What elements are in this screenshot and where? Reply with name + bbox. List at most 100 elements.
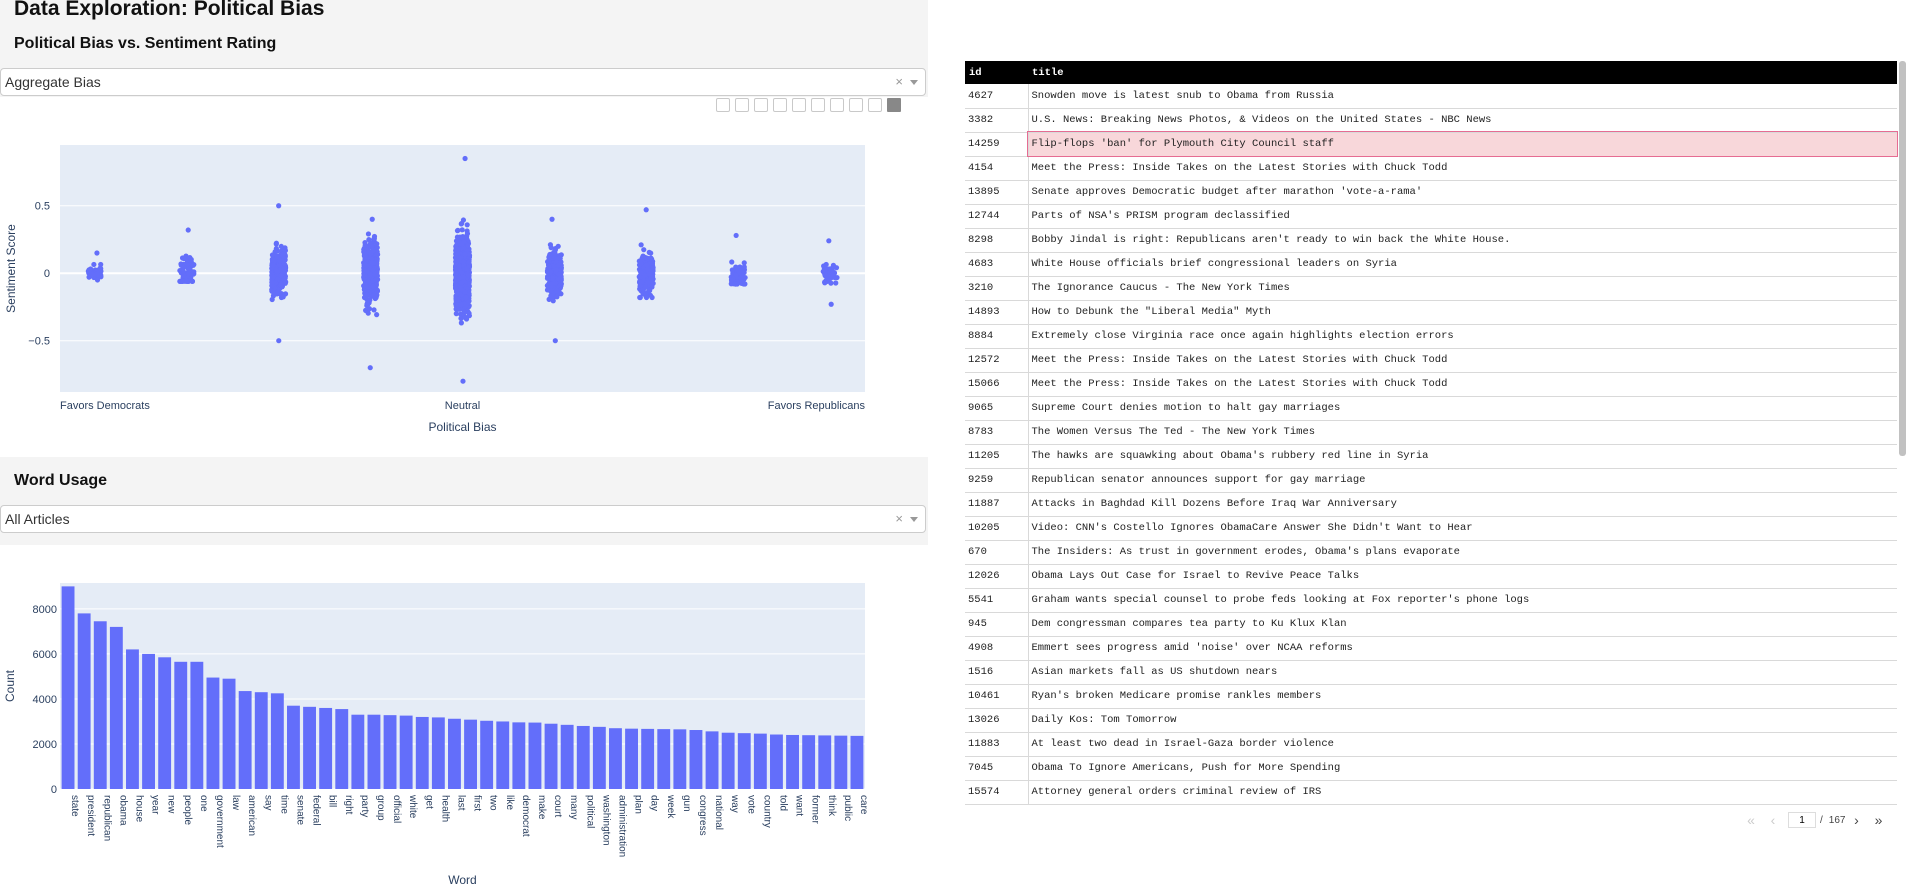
cell-title[interactable]: Meet the Press: Inside Takes on the Late… [1028, 348, 1897, 373]
cell-title[interactable]: Obama Lays Out Case for Israel to Revive… [1028, 564, 1897, 589]
cell-id[interactable]: 8884 [965, 324, 1029, 349]
cell-id[interactable]: 13895 [965, 180, 1029, 205]
cell-title[interactable]: The hawks are squawking about Obama's ru… [1028, 444, 1897, 469]
cell-id[interactable]: 4154 [965, 156, 1029, 181]
cell-id[interactable]: 15066 [965, 372, 1029, 397]
cell-id[interactable]: 8298 [965, 228, 1029, 253]
table-row[interactable]: 15574 Attorney general orders criminal re… [965, 780, 1897, 805]
cell-id[interactable]: 13026 [965, 708, 1029, 733]
cell-id[interactable]: 10461 [965, 684, 1029, 709]
cell-title[interactable]: Graham wants special counsel to probe fe… [1028, 588, 1897, 613]
cell-title[interactable]: Attorney general orders criminal review … [1028, 780, 1897, 805]
cell-id[interactable]: 8783 [965, 420, 1029, 445]
cell-title[interactable]: U.S. News: Breaking News Photos, & Video… [1028, 108, 1897, 133]
cell-title[interactable]: Supreme Court denies motion to halt gay … [1028, 396, 1897, 421]
cell-title[interactable]: Parts of NSA's PRISM program declassifie… [1028, 204, 1897, 229]
cell-id[interactable]: 4683 [965, 252, 1029, 277]
cell-title[interactable]: Republican senator announces support for… [1028, 468, 1897, 493]
table-row[interactable]: 10461 Ryan's broken Medicare promise rank… [965, 684, 1897, 709]
cell-title[interactable]: The Women Versus The Ted - The New York … [1028, 420, 1897, 445]
cell-title[interactable]: Dem congressman compares tea party to Ku… [1028, 612, 1897, 637]
cell-title[interactable]: Daily Kos: Tom Tomorrow [1028, 708, 1897, 733]
cell-title[interactable]: Meet the Press: Inside Takes on the Late… [1028, 156, 1897, 181]
cell-id[interactable]: 11205 [965, 444, 1029, 469]
table-row[interactable]: 9259 Republican senator announces support… [965, 468, 1897, 493]
cell-id[interactable]: 9259 [965, 468, 1029, 493]
last-page-icon[interactable]: » [1867, 812, 1889, 828]
articles-dropdown[interactable]: All Articles × [0, 505, 926, 533]
table-row[interactable]: 12572 Meet the Press: Inside Takes on the… [965, 348, 1897, 373]
cell-id[interactable]: 3382 [965, 108, 1029, 133]
cell-id[interactable]: 5541 [965, 588, 1029, 613]
table-row[interactable]: 13895 Senate approves Democratic budget a… [965, 180, 1897, 205]
table-row[interactable]: 15066 Meet the Press: Inside Takes on the… [965, 372, 1897, 397]
table-row[interactable]: 3210 The Ignorance Caucus - The New York … [965, 276, 1897, 301]
table-row[interactable]: 7045 Obama To Ignore Americans, Push for … [965, 756, 1897, 781]
cell-title[interactable]: Snowden move is latest snub to Obama fro… [1028, 84, 1897, 109]
table-row[interactable]: 14259 Flip-flops 'ban' for Plymouth City … [965, 131, 1898, 157]
cell-id[interactable]: 7045 [965, 756, 1029, 781]
cell-id[interactable]: 945 [965, 612, 1029, 637]
table-row[interactable]: 10205 Video: CNN's Costello Ignores Obama… [965, 516, 1897, 541]
cell-id[interactable]: 11883 [965, 732, 1029, 757]
page-input[interactable] [1788, 812, 1816, 828]
autoscale-icon[interactable] [849, 98, 863, 112]
box-select-icon[interactable] [773, 98, 787, 112]
cell-title[interactable]: Obama To Ignore Americans, Push for More… [1028, 756, 1897, 781]
camera-icon[interactable] [716, 98, 730, 112]
column-header-id[interactable]: id [965, 61, 1028, 84]
cell-id[interactable]: 14893 [965, 300, 1029, 325]
zoom-out-icon[interactable] [830, 98, 844, 112]
table-row[interactable]: 670 The Insiders: As trust in government … [965, 540, 1897, 565]
next-page-icon[interactable]: › [1845, 812, 1867, 828]
cell-title[interactable]: Senate approves Democratic budget after … [1028, 180, 1897, 205]
cell-title[interactable]: Flip-flops 'ban' for Plymouth City Counc… [1027, 131, 1898, 157]
table-row[interactable]: 14893 How to Debunk the "Liberal Media" M… [965, 300, 1897, 325]
cell-id[interactable]: 12572 [965, 348, 1029, 373]
cell-id[interactable]: 15574 [965, 780, 1029, 805]
cell-id[interactable]: 4627 [965, 84, 1029, 109]
cell-title[interactable]: Ryan's broken Medicare promise rankles m… [1028, 684, 1897, 709]
table-row[interactable]: 8884 Extremely close Virginia race once a… [965, 324, 1897, 349]
clear-icon[interactable]: × [895, 511, 903, 526]
zoom-in-icon[interactable] [811, 98, 825, 112]
table-row[interactable]: 9065 Supreme Court denies motion to halt … [965, 396, 1897, 421]
table-row[interactable]: 11887 Attacks in Baghdad Kill Dozens Befo… [965, 492, 1897, 517]
table-row[interactable]: 3382 U.S. News: Breaking News Photos, & V… [965, 108, 1897, 133]
table-row[interactable]: 8783 The Women Versus The Ted - The New Y… [965, 420, 1897, 445]
cell-id[interactable]: 3210 [965, 276, 1029, 301]
table-row[interactable]: 4154 Meet the Press: Inside Takes on the … [965, 156, 1897, 181]
cell-title[interactable]: Video: CNN's Costello Ignores ObamaCare … [1028, 516, 1897, 541]
cell-id[interactable]: 1516 [965, 660, 1029, 685]
table-scrollbar[interactable] [1899, 61, 1906, 456]
prev-page-icon[interactable]: ‹ [1762, 812, 1784, 828]
table-row[interactable]: 4908 Emmert sees progress amid 'noise' ov… [965, 636, 1897, 661]
cell-id[interactable]: 12026 [965, 564, 1029, 589]
cell-id[interactable]: 10205 [965, 516, 1029, 541]
cell-id[interactable]: 670 [965, 540, 1029, 565]
cell-title[interactable]: How to Debunk the "Liberal Media" Myth [1028, 300, 1897, 325]
home-icon[interactable] [868, 98, 882, 112]
cell-id[interactable]: 14259 [965, 132, 1029, 157]
cell-id[interactable]: 12744 [965, 204, 1029, 229]
clear-icon[interactable]: × [895, 74, 903, 89]
lasso-icon[interactable] [792, 98, 806, 112]
table-row[interactable]: 13026 Daily Kos: Tom Tomorrow [965, 708, 1897, 733]
cell-id[interactable]: 11887 [965, 492, 1029, 517]
table-row[interactable]: 4683 White House officials brief congress… [965, 252, 1897, 277]
table-row[interactable]: 945 Dem congressman compares tea party to… [965, 612, 1897, 637]
table-row[interactable]: 11205 The hawks are squawking about Obama… [965, 444, 1897, 469]
cell-title[interactable]: The Insiders: As trust in government ero… [1028, 540, 1897, 565]
cell-title[interactable]: The Ignorance Caucus - The New York Time… [1028, 276, 1897, 301]
cell-title[interactable]: Meet the Press: Inside Takes on the Late… [1028, 372, 1897, 397]
cell-title[interactable]: Asian markets fall as US shutdown nears [1028, 660, 1897, 685]
plotly-logo-icon[interactable] [887, 98, 901, 112]
table-row[interactable]: 12026 Obama Lays Out Case for Israel to R… [965, 564, 1897, 589]
cell-title[interactable]: Bobby Jindal is right: Republicans aren'… [1028, 228, 1897, 253]
chevron-down-icon[interactable] [910, 80, 918, 85]
table-row[interactable]: 1516 Asian markets fall as US shutdown ne… [965, 660, 1897, 685]
cell-title[interactable]: Extremely close Virginia race once again… [1028, 324, 1897, 349]
table-row[interactable]: 12744 Parts of NSA's PRISM program declas… [965, 204, 1897, 229]
table-row[interactable]: 5541 Graham wants special counsel to prob… [965, 588, 1897, 613]
cell-title[interactable]: Emmert sees progress amid 'noise' over N… [1028, 636, 1897, 661]
